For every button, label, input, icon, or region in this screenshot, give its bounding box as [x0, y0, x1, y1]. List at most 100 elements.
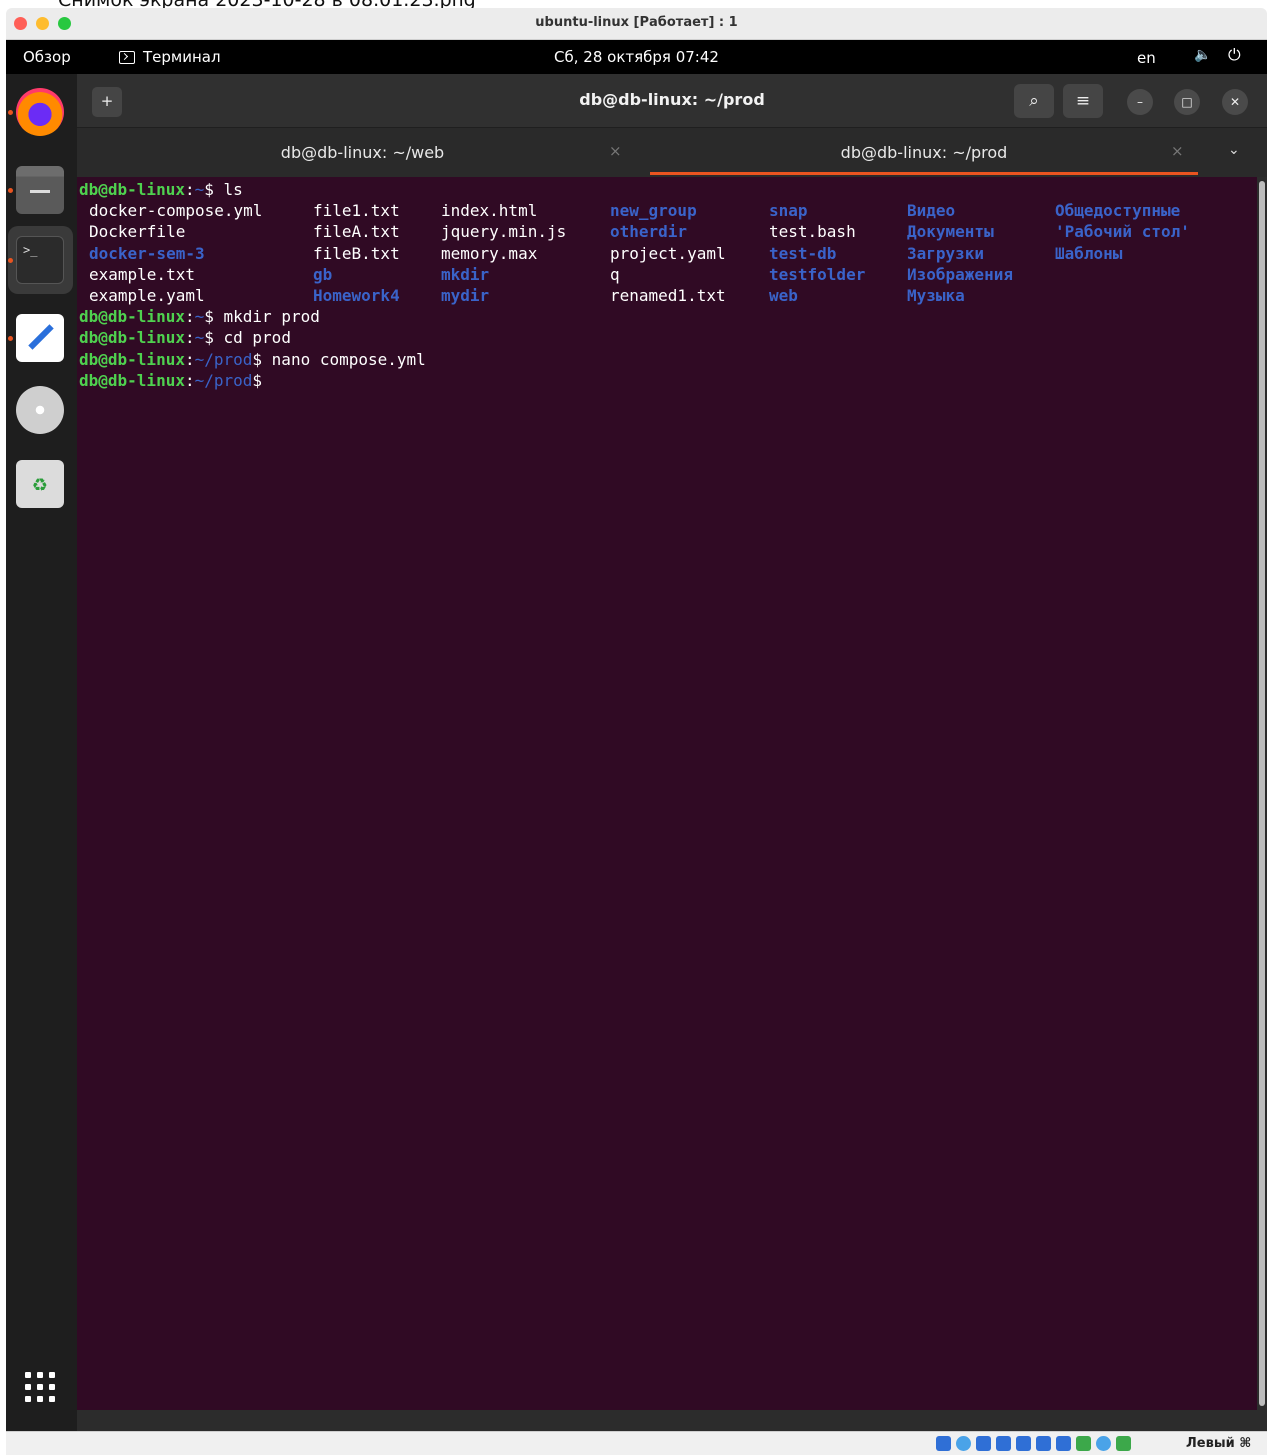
ls-directory-entry: Документы	[907, 222, 994, 242]
ls-directory-entry: 'Рабочий стол'	[1055, 222, 1190, 242]
prompt-command: $ mkdir prod	[204, 307, 320, 327]
prompt-command: $	[252, 370, 263, 390]
hard-disk-icon[interactable]	[936, 1436, 951, 1451]
tab-web[interactable]: db@db-linux: ~/web ×	[77, 128, 648, 177]
prompt-separator: :	[184, 307, 195, 327]
recording-icon[interactable]	[1076, 1436, 1091, 1451]
mouse-integration-icon[interactable]	[1116, 1436, 1131, 1451]
speaker-icon[interactable]: 🔈	[1194, 47, 1211, 63]
tab-prod[interactable]: db@db-linux: ~/prod ×	[650, 128, 1198, 177]
keyboard-layout-indicator[interactable]: en	[1137, 49, 1156, 67]
prompt-user: db@db-linux	[79, 180, 185, 199]
maximize-icon: □	[1181, 95, 1193, 109]
ls-directory-entry: Шаблоны	[1055, 243, 1123, 263]
ls-file-entry: project.yaml	[610, 243, 726, 263]
optical-drive-icon[interactable]	[956, 1436, 971, 1451]
ls-output-row: docker-compose.yml file1.txt index.html new…	[79, 200, 1257, 221]
shared-folders-icon[interactable]	[1036, 1436, 1051, 1451]
ls-file-entry: memory.max	[441, 243, 538, 263]
ls-directory-entry: Видео	[907, 201, 956, 221]
virtualbox-status-bar: Левый ⌘	[6, 1431, 1267, 1455]
ls-directory-entry: testfolder	[769, 264, 866, 284]
terminal-output[interactable]: db@db-linux:~$ ls docker-compose.yml file1…	[77, 177, 1257, 1410]
ls-directory-entry: Музыка	[907, 285, 965, 305]
disc-icon[interactable]	[16, 386, 64, 434]
active-tab-indicator	[650, 172, 1198, 175]
running-indicator	[8, 258, 13, 263]
ls-directory-entry: gb	[313, 264, 333, 284]
cpu-icon[interactable]	[1096, 1436, 1111, 1451]
ls-file-entry: fileA.txt	[313, 222, 400, 242]
ls-directory-entry: mkdir	[441, 264, 490, 284]
minimize-icon: –	[1137, 95, 1143, 109]
hamburger-menu-icon: ≡	[1075, 91, 1091, 111]
clock[interactable]: Сб, 28 октября 07:42	[6, 48, 1267, 66]
ls-output-row: example.txt gb mkdir q testfolder Изображения	[79, 264, 1257, 285]
prompt-user: db@db-linux	[79, 370, 185, 390]
tab-label: db@db-linux: ~/web	[280, 143, 445, 162]
prompt-line: db@db-linux:~$ mkdir prod	[79, 306, 1257, 327]
display-icon[interactable]	[1056, 1436, 1071, 1451]
vm-status-icons	[936, 1436, 1131, 1451]
prompt-user: db@db-linux	[79, 349, 185, 369]
ls-file-entry: renamed1.txt	[610, 285, 726, 305]
host-key-label: Левый ⌘	[1186, 1436, 1252, 1451]
trash-icon[interactable]: ♻	[16, 460, 64, 508]
menu-button[interactable]: ≡	[1063, 84, 1103, 118]
search-button[interactable]: ⌕	[1014, 84, 1054, 118]
ls-directory-entry: mydir	[441, 285, 490, 305]
tab-label: db@db-linux: ~/prod	[840, 143, 1008, 162]
prompt-separator: :	[184, 370, 195, 390]
prompt-line: db@db-linux:~$ ls	[79, 179, 1257, 200]
virtualbox-window-titlebar[interactable]: ubuntu-linux [Работает] : 1	[6, 8, 1267, 40]
terminal-icon[interactable]: >_	[16, 236, 64, 284]
prompt-path: ~/prod	[194, 370, 253, 390]
maximize-button[interactable]: □	[1174, 89, 1200, 115]
ls-output-row: example.yaml Homework4 mydir renamed1.txt we…	[79, 285, 1257, 306]
prompt-command: $ cd prod	[204, 328, 291, 348]
tab-close-icon[interactable]: ×	[609, 142, 622, 160]
usb-icon[interactable]	[1016, 1436, 1031, 1451]
ls-directory-entry: docker-sem-3	[89, 243, 205, 263]
terminal-scrollbar[interactable]	[1257, 177, 1267, 1410]
terminal-headerbar[interactable]: + db@db-linux: ~/prod ⌕ ≡ – □ ✕	[77, 74, 1267, 128]
ls-file-entry: q	[610, 264, 620, 284]
ls-directory-entry: Общедоступные	[1055, 201, 1181, 221]
prompt-path: ~	[194, 307, 205, 327]
running-indicator	[8, 336, 13, 341]
prompt-separator: :	[184, 349, 195, 369]
show-apps-icon[interactable]	[25, 1372, 55, 1402]
files-icon[interactable]	[16, 166, 64, 214]
minimize-button[interactable]: –	[1127, 89, 1153, 115]
prompt-line: db@db-linux:~/prod$	[79, 370, 1257, 391]
firefox-icon[interactable]	[16, 88, 64, 136]
tab-close-icon[interactable]: ×	[1171, 142, 1184, 160]
ls-file-entry: fileB.txt	[313, 243, 400, 263]
tabs-dropdown-icon[interactable]: ⌄	[1228, 142, 1240, 158]
power-icon[interactable]: ⏻	[1228, 45, 1241, 65]
ls-directory-entry: web	[769, 285, 798, 305]
audio-icon[interactable]	[976, 1436, 991, 1451]
close-button[interactable]: ✕	[1222, 89, 1248, 115]
ls-directory-entry: Изображения	[907, 264, 1013, 284]
close-icon: ✕	[1229, 95, 1241, 109]
prompt-line: db@db-linux:~/prod$ nano compose.yml	[79, 349, 1257, 370]
terminal-window: + db@db-linux: ~/prod ⌕ ≡ – □ ✕ db@db-li…	[77, 74, 1267, 1431]
prompt-separator: :	[184, 180, 195, 199]
network-icon[interactable]	[996, 1436, 1011, 1451]
ls-directory-entry: test-db	[769, 243, 837, 263]
prompt-line: db@db-linux:~$ cd prod	[79, 327, 1257, 348]
text-editor-icon[interactable]	[16, 314, 64, 362]
scrollbar-thumb[interactable]	[1259, 181, 1265, 1406]
running-indicator	[8, 188, 13, 193]
ls-file-entry: example.yaml	[89, 285, 205, 305]
running-indicator	[8, 110, 13, 115]
prompt-path: ~	[194, 180, 205, 199]
prompt-separator: :	[184, 328, 195, 348]
ls-output-row: docker-sem-3 fileB.txt memory.max project.y…	[79, 243, 1257, 264]
prompt-command: $ nano compose.yml	[252, 349, 426, 369]
prompt-path: ~	[194, 328, 205, 348]
ls-file-entry: example.txt	[89, 264, 195, 284]
prompt-command: $ ls	[204, 180, 243, 199]
ls-file-entry: file1.txt	[313, 201, 400, 221]
